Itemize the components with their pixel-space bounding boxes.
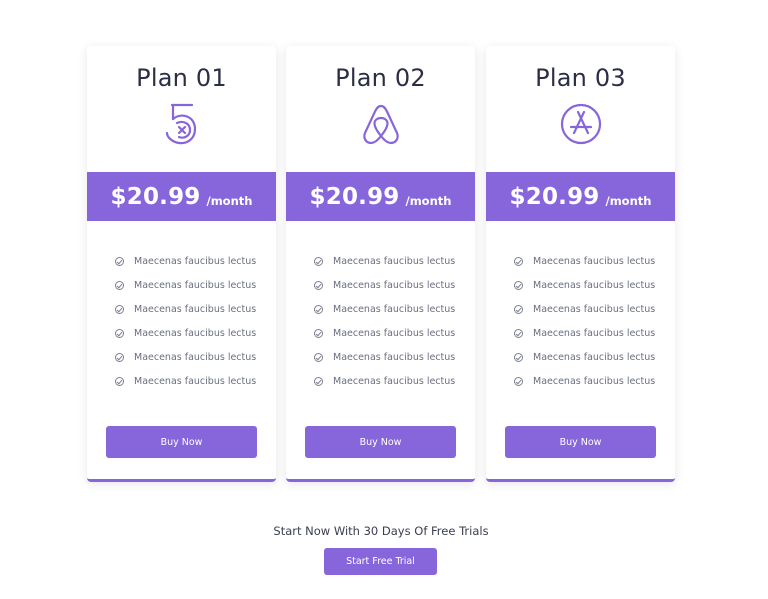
feature-list: Maecenas faucibus lectus Maecenas faucib… (514, 249, 655, 393)
buy-now-button[interactable]: Buy Now (106, 426, 257, 458)
price-period: /month (206, 193, 253, 208)
buy-now-button[interactable]: Buy Now (305, 426, 456, 458)
check-circle-icon (314, 304, 323, 314)
feature-item: Maecenas faucibus lectus (514, 345, 655, 369)
feature-text: Maecenas faucibus lectus (333, 279, 456, 291)
feature-text: Maecenas faucibus lectus (134, 351, 257, 363)
price-band: $20.99 /month (486, 172, 675, 221)
feature-item: Maecenas faucibus lectus (514, 273, 655, 297)
plan-title: Plan 02 (335, 64, 426, 92)
feature-item: Maecenas faucibus lectus (514, 321, 655, 345)
feature-text: Maecenas faucibus lectus (134, 279, 257, 291)
feature-text: Maecenas faucibus lectus (333, 303, 456, 315)
feature-text: Maecenas faucibus lectus (333, 351, 456, 363)
check-circle-icon (115, 304, 124, 314)
feature-item: Maecenas faucibus lectus (514, 369, 655, 393)
feature-text: Maecenas faucibus lectus (134, 255, 257, 267)
feature-item: Maecenas faucibus lectus (314, 369, 455, 393)
feature-item: Maecenas faucibus lectus (314, 249, 455, 273)
plan-title: Plan 01 (136, 64, 227, 92)
check-circle-icon (314, 352, 323, 362)
feature-text: Maecenas faucibus lectus (533, 327, 656, 339)
price-amount: $20.99 (509, 183, 600, 210)
feature-text: Maecenas faucibus lectus (333, 327, 456, 339)
check-circle-icon (514, 352, 523, 362)
feature-item: Maecenas faucibus lectus (115, 345, 256, 369)
feature-text: Maecenas faucibus lectus (533, 279, 656, 291)
app-store-logo-icon (560, 102, 602, 146)
check-circle-icon (514, 376, 523, 386)
check-circle-icon (115, 352, 124, 362)
price-period: /month (605, 193, 652, 208)
feature-item: Maecenas faucibus lectus (514, 297, 655, 321)
check-circle-icon (115, 328, 124, 338)
feature-list: Maecenas faucibus lectus Maecenas faucib… (115, 249, 256, 393)
pricing-cards: Plan 01 $20.99 /month Maecenas faucibus … (87, 46, 676, 482)
check-circle-icon (514, 280, 523, 290)
feature-item: Maecenas faucibus lectus (514, 249, 655, 273)
numeral-5-logo-icon (161, 102, 203, 146)
plan-card-03: Plan 03 $20.99 /month Maecenas faucibus … (486, 46, 675, 482)
feature-text: Maecenas faucibus lectus (533, 255, 656, 267)
check-circle-icon (314, 280, 323, 290)
feature-text: Maecenas faucibus lectus (533, 351, 656, 363)
check-circle-icon (314, 376, 323, 386)
feature-item: Maecenas faucibus lectus (115, 297, 256, 321)
feature-item: Maecenas faucibus lectus (314, 273, 455, 297)
pricing-page: Plan 01 $20.99 /month Maecenas faucibus … (0, 0, 768, 599)
price-band: $20.99 /month (286, 172, 475, 221)
feature-text: Maecenas faucibus lectus (134, 327, 257, 339)
feature-item: Maecenas faucibus lectus (115, 369, 256, 393)
feature-item: Maecenas faucibus lectus (115, 273, 256, 297)
feature-text: Maecenas faucibus lectus (533, 375, 656, 387)
check-circle-icon (115, 376, 124, 386)
check-circle-icon (514, 304, 523, 314)
feature-item: Maecenas faucibus lectus (314, 345, 455, 369)
feature-item: Maecenas faucibus lectus (115, 321, 256, 345)
price-amount: $20.99 (110, 183, 201, 210)
plan-card-02: Plan 02 $20.99 /month Maecenas faucibus … (286, 46, 475, 482)
feature-item: Maecenas faucibus lectus (115, 249, 256, 273)
check-circle-icon (514, 328, 523, 338)
price-band: $20.99 /month (87, 172, 276, 221)
feature-text: Maecenas faucibus lectus (333, 255, 456, 267)
free-trial-text: Start Now With 30 Days Of Free Trials (273, 524, 489, 538)
check-circle-icon (314, 328, 323, 338)
feature-item: Maecenas faucibus lectus (314, 297, 455, 321)
buy-now-button[interactable]: Buy Now (505, 426, 656, 458)
feature-text: Maecenas faucibus lectus (533, 303, 656, 315)
feature-text: Maecenas faucibus lectus (134, 375, 257, 387)
plan-title: Plan 03 (535, 64, 626, 92)
price-period: /month (405, 193, 452, 208)
check-circle-icon (514, 256, 523, 266)
airbnb-logo-icon (360, 102, 402, 146)
feature-item: Maecenas faucibus lectus (314, 321, 455, 345)
plan-card-01: Plan 01 $20.99 /month Maecenas faucibus … (87, 46, 276, 482)
check-circle-icon (314, 256, 323, 266)
feature-text: Maecenas faucibus lectus (134, 303, 257, 315)
start-free-trial-button[interactable]: Start Free Trial (324, 548, 437, 575)
check-circle-icon (115, 280, 124, 290)
price-amount: $20.99 (309, 183, 400, 210)
feature-text: Maecenas faucibus lectus (333, 375, 456, 387)
check-circle-icon (115, 256, 124, 266)
feature-list: Maecenas faucibus lectus Maecenas faucib… (314, 249, 455, 393)
